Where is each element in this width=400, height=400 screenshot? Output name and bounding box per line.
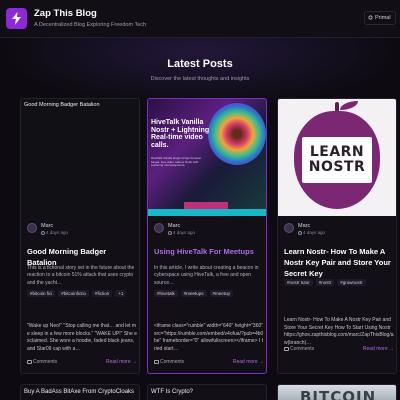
- post-meta: Marc 4 days ago: [154, 223, 264, 237]
- post-footer: Comments Read more →: [154, 359, 264, 367]
- read-more-link[interactable]: Read more →: [106, 359, 137, 365]
- author-name[interactable]: Marc: [168, 223, 180, 229]
- tag-list: #hivetalk #meetups #meetup: [154, 290, 266, 297]
- relay-icon: [368, 15, 373, 22]
- clock-icon: [41, 230, 45, 235]
- tag[interactable]: #grownostr: [337, 279, 366, 286]
- tag[interactable]: #meetup: [209, 290, 234, 297]
- author-name[interactable]: Marc: [41, 223, 53, 229]
- comment-icon: [27, 359, 32, 364]
- relay-selector[interactable]: Primal: [364, 11, 396, 25]
- post-title[interactable]: Learn Nostr- How To Make A Nostr Key Pai…: [284, 247, 394, 280]
- avatar[interactable]: [27, 223, 37, 233]
- post-footer: Comments Read more →: [284, 346, 394, 354]
- tag[interactable]: #fiction: [92, 290, 113, 297]
- post-card[interactable]: LEARN NOSTR Marc 4 days ago Learn Nostr-…: [277, 98, 397, 374]
- tag[interactable]: #nostr: [315, 279, 335, 286]
- tag-list: #nostr tutor #nostr #grownostr: [284, 279, 396, 286]
- thumbnail-button: [184, 202, 228, 209]
- top-bar: Zap This Blog A Decentralized Blog Explo…: [0, 0, 400, 38]
- comments-link[interactable]: Comments: [154, 359, 184, 365]
- lightning-icon[interactable]: [6, 8, 27, 29]
- tag[interactable]: #bitcoinfictio: [58, 290, 90, 297]
- tag[interactable]: #nostr tutor: [284, 279, 313, 286]
- comment-icon: [154, 359, 159, 364]
- post-card[interactable]: Good Morning Badger Batalion Marc 4 days…: [20, 98, 140, 374]
- read-more-link[interactable]: Read more →: [233, 359, 264, 365]
- thumbnail-bar: [148, 209, 266, 216]
- thumbnail-text: Good Morning Badger Batalion: [24, 102, 100, 108]
- post-footer: Comments Read more →: [27, 359, 137, 367]
- tag[interactable]: #bitcoin fici: [27, 290, 56, 297]
- post-card[interactable]: BITCOIN: [277, 384, 397, 400]
- author-name[interactable]: Marc: [298, 223, 310, 229]
- post-card[interactable]: Buy A BadAss BitAxe From CryptoCloaks: [20, 384, 140, 400]
- section-subtitle: Discover the latest thoughts and insight…: [150, 76, 250, 82]
- tag[interactable]: #hivetalk: [154, 290, 178, 297]
- site-title[interactable]: Zap This Blog: [34, 8, 97, 19]
- post-date: 4 days ago: [41, 230, 68, 235]
- post-date: 4 days ago: [298, 230, 325, 235]
- post-excerpt: This is a fictional story set in the fut…: [27, 265, 135, 286]
- clock-icon: [168, 230, 172, 235]
- post-excerpt: In this article, I write about creating …: [154, 265, 259, 286]
- post-meta: Marc 4 days ago: [27, 223, 137, 237]
- avatar[interactable]: [154, 223, 164, 233]
- tag-list: #bitcoin fici #bitcoinfictio #fiction +1: [27, 290, 139, 297]
- comment-icon: [284, 346, 289, 351]
- tag[interactable]: +1: [115, 290, 127, 297]
- avatar[interactable]: [284, 223, 294, 233]
- clock-icon: [298, 230, 302, 235]
- post-title[interactable]: Buy A BadAss BitAxe From CryptoCloaks: [24, 389, 134, 395]
- post-title[interactable]: WTF Is Crypto?: [151, 389, 193, 395]
- post-card[interactable]: WTF Is Crypto?: [147, 384, 267, 400]
- post-thumbnail[interactable]: LEARN NOSTR: [278, 99, 396, 216]
- post-thumbnail[interactable]: BITCOIN: [278, 385, 396, 400]
- tag[interactable]: #meetups: [180, 290, 207, 297]
- site-tagline: A Decentralized Blog Exploring Freedom T…: [34, 22, 147, 28]
- learn-nostr-sign: LEARN NOSTR: [302, 137, 372, 183]
- post-thumbnail[interactable]: HiveTalk Vanilla Nostr + Lightning Real-…: [148, 99, 266, 216]
- post-preview: Learn Nostr- How To Make A Nostr Key Pai…: [284, 317, 394, 346]
- post-title[interactable]: Using HiveTalk For Meetups: [154, 247, 264, 258]
- apple-leaf: [340, 101, 358, 110]
- read-more-link[interactable]: Read more →: [363, 346, 394, 352]
- post-meta: Marc 4 days ago: [284, 223, 394, 237]
- section-title: Latest Posts: [167, 58, 233, 70]
- post-preview: <iframe class="rumble" width="640" heigh…: [154, 323, 264, 352]
- relay-label: Primal: [375, 15, 391, 21]
- comments-link[interactable]: Comments: [284, 346, 314, 352]
- thumbnail-text: BITCOIN: [300, 388, 377, 400]
- post-date: 4 days ago: [168, 230, 195, 235]
- comments-link[interactable]: Comments: [27, 359, 57, 365]
- thumbnail-title: HiveTalk Vanilla Nostr + Lightning Real-…: [151, 119, 210, 150]
- post-card[interactable]: HiveTalk Vanilla Nostr + Lightning Real-…: [147, 98, 267, 374]
- thumbnail-body: HiveTalk Vanilla plugin brings browser b…: [151, 156, 202, 168]
- post-preview: "Wake up Neo!" "Stop calling me that… an…: [27, 323, 137, 352]
- post-thumbnail[interactable]: Good Morning Badger Batalion: [21, 99, 139, 216]
